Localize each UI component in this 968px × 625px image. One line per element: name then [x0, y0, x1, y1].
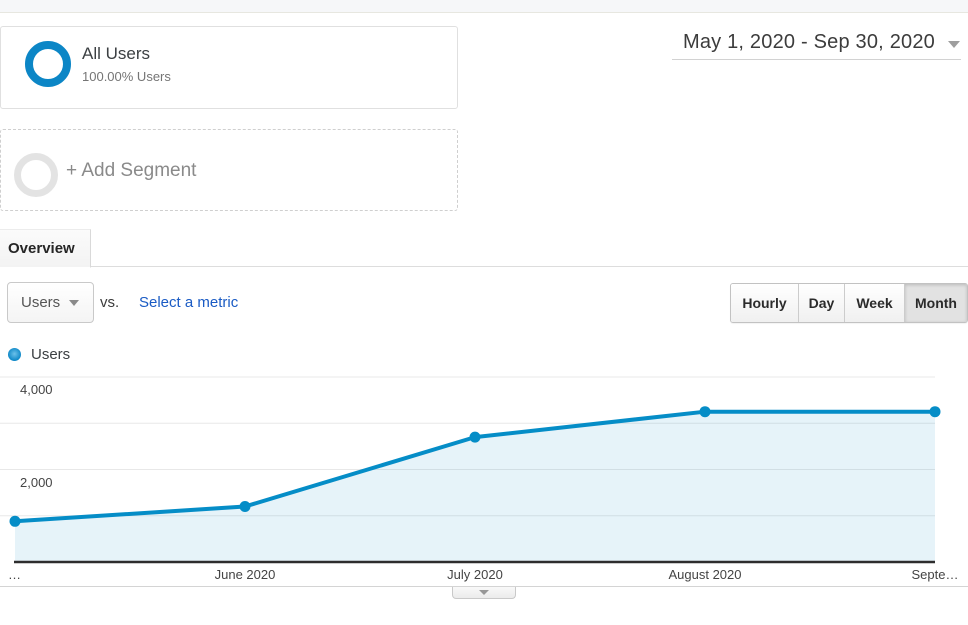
y-axis-tick-label: 4,000 — [20, 382, 53, 397]
tab-bar: Overview — [0, 229, 968, 267]
legend-users-label: Users — [31, 346, 70, 363]
x-axis-tick-label: July 2020 — [447, 567, 503, 582]
x-axis-tick-label: August 2020 — [668, 567, 741, 582]
x-axis-tick-label: … — [8, 567, 21, 582]
chart-data-point[interactable] — [700, 406, 711, 417]
vs-label: vs. — [100, 294, 119, 311]
date-range-text: May 1, 2020 - Sep 30, 2020 — [683, 31, 935, 54]
add-segment-card[interactable]: + Add Segment — [0, 129, 458, 211]
x-axis-tick-label: June 2020 — [215, 567, 276, 582]
chevron-down-icon — [479, 590, 489, 595]
date-range-underline — [672, 59, 961, 60]
tab-overview[interactable]: Overview — [0, 229, 91, 268]
granularity-button-group: Hourly Day Week Month — [730, 283, 968, 323]
tab-overview-label: Overview — [8, 240, 75, 257]
segment-subtitle: 100.00% Users — [82, 69, 171, 84]
week-button[interactable]: Week — [844, 284, 904, 322]
add-segment-circle-icon — [14, 153, 58, 197]
segment-card-all-users[interactable]: All Users 100.00% Users — [0, 26, 458, 109]
top-bar — [0, 0, 968, 13]
chart-legend: Users — [8, 346, 70, 363]
metric-selector-value: Users — [21, 294, 60, 311]
legend-users-dot-icon — [8, 348, 21, 361]
chart-data-point[interactable] — [240, 501, 251, 512]
select-metric-link[interactable]: Select a metric — [139, 294, 238, 311]
chart-data-point[interactable] — [10, 516, 21, 527]
segment-donut-icon — [25, 41, 71, 87]
day-button[interactable]: Day — [798, 284, 844, 322]
add-segment-label: + Add Segment — [66, 160, 196, 182]
x-axis-tick-label: Septe… — [912, 567, 959, 582]
month-button[interactable]: Month — [904, 284, 967, 322]
dropdown-arrow-icon — [69, 300, 79, 306]
hourly-button[interactable]: Hourly — [731, 284, 798, 322]
date-range-picker[interactable]: May 1, 2020 - Sep 30, 2020 — [683, 31, 960, 54]
chart-data-point[interactable] — [930, 406, 941, 417]
segment-title: All Users — [82, 44, 150, 64]
metric-selector-dropdown[interactable]: Users — [7, 282, 94, 323]
analytics-overview-page: All Users 100.00% Users + Add Segment Ma… — [0, 0, 968, 625]
dropdown-arrow-icon — [948, 41, 960, 48]
y-axis-tick-label: 2,000 — [20, 475, 53, 490]
chart-expander-tab[interactable] — [452, 587, 516, 599]
chart-data-point[interactable] — [470, 432, 481, 443]
users-line-chart — [0, 370, 968, 580]
